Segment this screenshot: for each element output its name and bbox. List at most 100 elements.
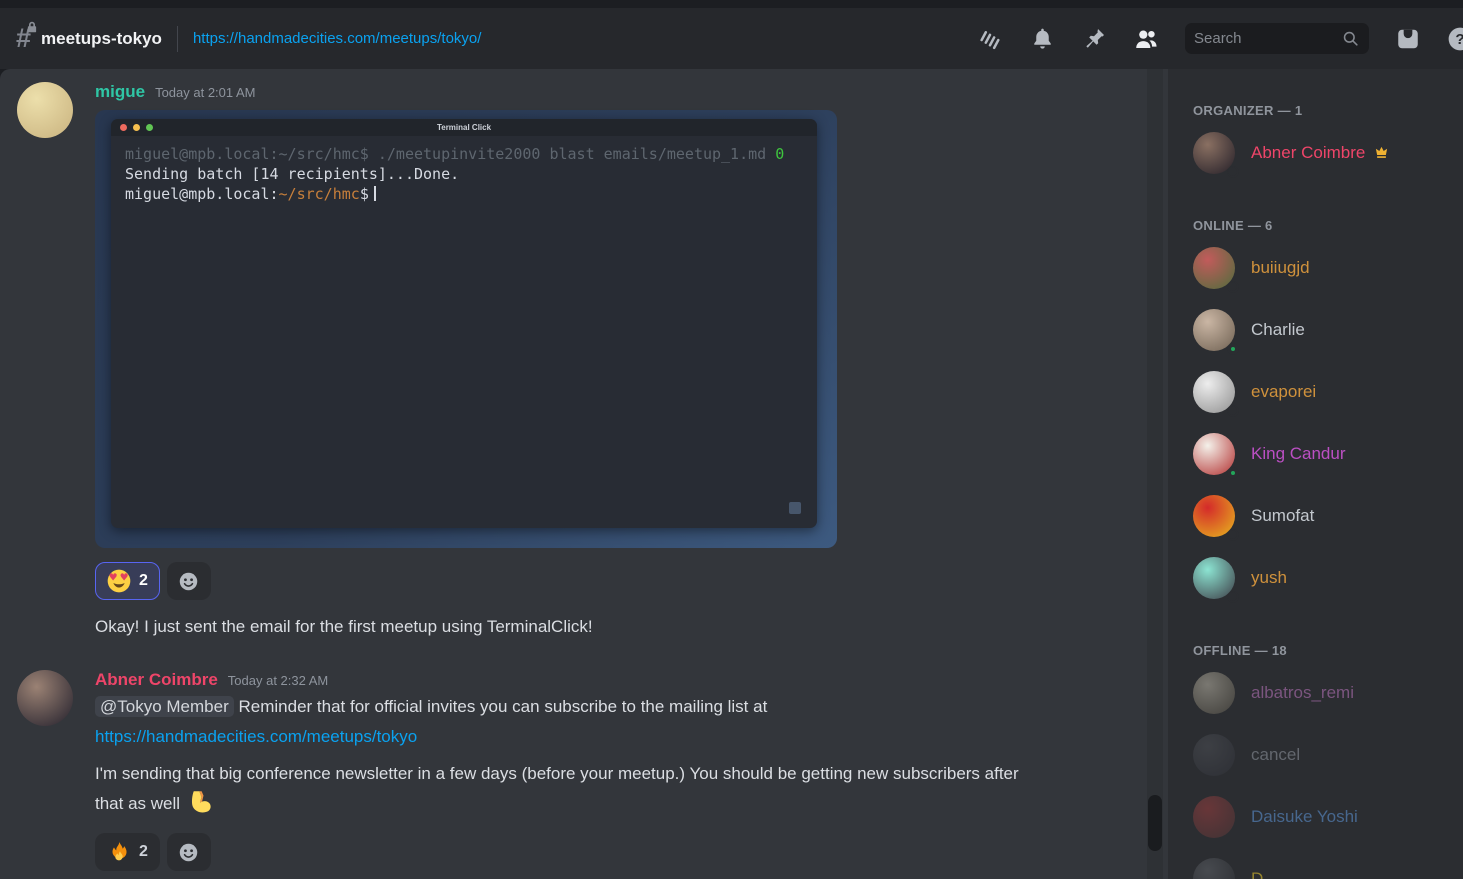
- channel-topic-link[interactable]: https://handmadecities.com/meetups/tokyo…: [193, 30, 481, 47]
- member-row[interactable]: albatros_remi: [1168, 662, 1463, 724]
- message-group-migue: migue Today at 2:01 AM Terminal Click mig…: [17, 82, 1108, 640]
- channel-name: meetups-tokyo: [41, 29, 162, 49]
- chat-area: migue Today at 2:01 AM Terminal Click mig…: [0, 69, 1168, 879]
- avatar: [1193, 132, 1235, 174]
- pinned-messages-icon[interactable]: [1081, 26, 1107, 52]
- message-paragraph: I'm sending that big conference newslett…: [95, 759, 1035, 819]
- role-mention[interactable]: @Tokyo Member: [95, 696, 234, 717]
- avatar: [1193, 495, 1235, 537]
- terminal-window-title: Terminal Click: [111, 123, 817, 132]
- member-section-header: OFFLINE — 18: [1168, 609, 1463, 662]
- heart-eyes-emoji: ♥♥: [107, 569, 131, 593]
- avatar: [1193, 858, 1235, 879]
- member-row[interactable]: D: [1168, 848, 1463, 879]
- search-bar[interactable]: [1185, 23, 1369, 54]
- message-list: migue Today at 2:01 AM Terminal Click mig…: [0, 69, 1168, 871]
- idle-status-icon: [1227, 166, 1239, 178]
- svg-text:?: ?: [1455, 31, 1463, 48]
- chat-scrollbar[interactable]: [1147, 69, 1163, 879]
- avatar: [1193, 557, 1235, 599]
- member-row[interactable]: King Candur: [1168, 423, 1463, 485]
- search-input[interactable]: [1194, 30, 1341, 47]
- message-group-abner: Abner Coimbre Today at 2:32 AM @Tokyo Mem…: [17, 670, 1108, 871]
- member-row[interactable]: yush: [1168, 547, 1463, 609]
- add-reaction-button[interactable]: [167, 562, 211, 600]
- svg-text:♥: ♥: [120, 573, 129, 584]
- member-name: yush: [1251, 568, 1287, 588]
- terminal-scroll-widget: [789, 502, 801, 514]
- member-list: ORGANIZER — 1 Abner Coimbre ONLINE — 6 buii…: [1168, 69, 1463, 879]
- member-name: D: [1251, 869, 1263, 879]
- member-row[interactable]: buiiugjd: [1168, 237, 1463, 299]
- reaction-heart-eyes[interactable]: ♥♥ 2: [95, 562, 160, 600]
- avatar: [1193, 433, 1235, 475]
- member-name: Daisuke Yoshi: [1251, 807, 1358, 827]
- message-paragraph: @Tokyo Member Reminder that for official…: [95, 692, 1035, 752]
- channel-header: # meetups-tokyo https://handmadecities.c…: [0, 8, 1463, 69]
- add-reaction-smiley-icon: [178, 842, 199, 863]
- terminal-line: miguel@mpb.local:~/src/hmc$: [125, 184, 803, 204]
- terminal-line: Sending batch [14 recipients]...Done.: [125, 164, 803, 184]
- message-link[interactable]: https://handmadecities.com/meetups/tokyo: [95, 727, 417, 746]
- avatar: [1193, 371, 1235, 413]
- terminal-window: Terminal Click miguel@mpb.local:~/src/hm…: [111, 119, 817, 528]
- threads-icon[interactable]: [977, 26, 1003, 52]
- avatar: [1193, 796, 1235, 838]
- member-name: King Candur: [1251, 444, 1346, 464]
- flex-biceps-emoji: [187, 789, 214, 816]
- member-row[interactable]: Abner Coimbre: [1168, 122, 1463, 184]
- member-row[interactable]: cancel: [1168, 724, 1463, 786]
- message-timestamp: Today at 2:32 AM: [228, 673, 328, 688]
- server-owner-crown-icon: [1374, 145, 1389, 160]
- terminal-body: miguel@mpb.local:~/src/hmc$ ./meetupinvi…: [111, 136, 817, 212]
- inbox-icon[interactable]: [1395, 26, 1421, 52]
- message-author[interactable]: Abner Coimbre: [95, 670, 218, 689]
- member-list-toggle-icon[interactable]: [1133, 26, 1159, 52]
- reaction-fire[interactable]: 2: [95, 833, 160, 871]
- avatar-migue[interactable]: [17, 82, 73, 138]
- member-name: Abner Coimbre: [1251, 143, 1389, 163]
- reactions-row: 2: [95, 833, 1108, 871]
- notification-settings-icon[interactable]: [1029, 26, 1055, 52]
- idle-status-icon: [1227, 281, 1239, 293]
- idle-status-icon: [1227, 529, 1239, 541]
- terminal-cursor: [374, 186, 376, 201]
- member-name: evaporei: [1251, 382, 1316, 402]
- member-name: albatros_remi: [1251, 683, 1354, 703]
- reaction-count: 2: [139, 843, 148, 861]
- add-reaction-button[interactable]: [167, 833, 211, 871]
- svg-text:♥: ♥: [109, 573, 118, 584]
- avatar: [1193, 672, 1235, 714]
- add-reaction-smiley-icon: [178, 571, 199, 592]
- avatar-abner[interactable]: [17, 670, 73, 726]
- member-row[interactable]: evaporei: [1168, 361, 1463, 423]
- online-status-icon: [1227, 343, 1239, 355]
- member-name: cancel: [1251, 745, 1300, 765]
- avatar: [1193, 734, 1235, 776]
- message-text: Okay! I just sent the email for the firs…: [95, 614, 1035, 640]
- member-name: buiiugjd: [1251, 258, 1310, 278]
- reactions-row: ♥♥ 2: [95, 562, 1108, 600]
- message-timestamp: Today at 2:01 AM: [155, 85, 255, 100]
- help-icon[interactable]: ?: [1447, 26, 1463, 52]
- reaction-count: 2: [139, 572, 148, 590]
- idle-status-icon: [1227, 591, 1239, 603]
- header-divider: [177, 26, 178, 52]
- channel-hash-lock-icon: #: [16, 25, 31, 52]
- message-author[interactable]: migue: [95, 82, 145, 101]
- member-section-header: ONLINE — 6: [1168, 184, 1463, 237]
- idle-status-icon: [1227, 405, 1239, 417]
- terminal-line: miguel@mpb.local:~/src/hmc$ ./meetupinvi…: [125, 144, 803, 164]
- avatar: [1193, 309, 1235, 351]
- member-section-header: ORGANIZER — 1: [1168, 69, 1463, 122]
- member-row[interactable]: Charlie: [1168, 299, 1463, 361]
- discord-app: # meetups-tokyo https://handmadecities.c…: [0, 0, 1463, 879]
- member-name: Charlie: [1251, 320, 1305, 340]
- search-icon: [1341, 29, 1360, 48]
- chat-scrollbar-thumb[interactable]: [1148, 795, 1162, 851]
- member-row[interactable]: Daisuke Yoshi: [1168, 786, 1463, 848]
- attachment-terminal-screenshot[interactable]: Terminal Click miguel@mpb.local:~/src/hm…: [95, 110, 837, 548]
- member-row[interactable]: Sumofat: [1168, 485, 1463, 547]
- message-body: @Tokyo Member Reminder that for official…: [95, 692, 1108, 819]
- fire-emoji: [107, 840, 131, 864]
